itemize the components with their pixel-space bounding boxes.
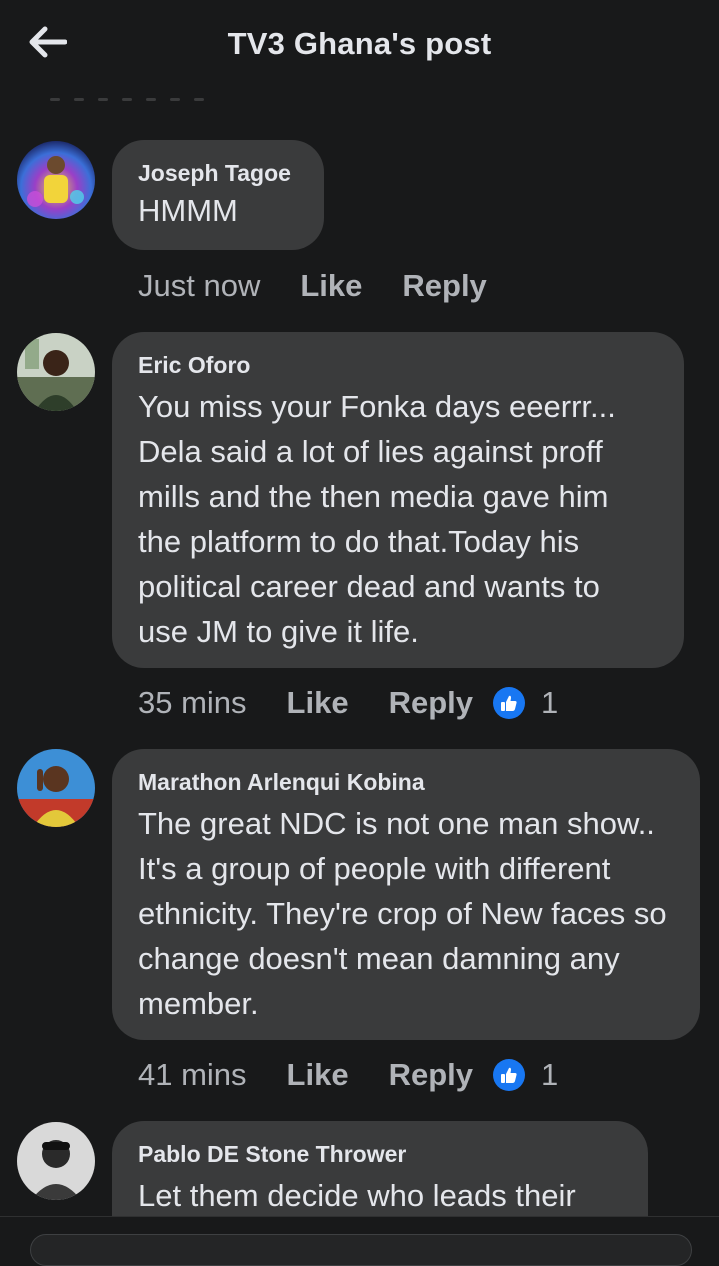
comment-author[interactable]: Pablo DE Stone Thrower <box>138 1139 622 1169</box>
like-button[interactable]: Like <box>287 685 349 721</box>
comment-author[interactable]: Marathon Arlenqui Kobina <box>138 767 674 797</box>
reaction-count: 1 <box>541 685 559 720</box>
comment-author[interactable]: Eric Oforo <box>138 350 658 380</box>
comment-author[interactable]: Joseph Tagoe <box>138 158 298 188</box>
reply-button[interactable]: Reply <box>389 1057 473 1093</box>
comment-text: You miss your Fonka days eeerrr... Dela … <box>138 389 616 649</box>
avatar[interactable] <box>17 749 95 827</box>
comment-time: Just now <box>138 268 261 303</box>
like-button[interactable]: Like <box>300 268 362 304</box>
page-title: TV3 Ghana's post <box>227 26 492 61</box>
reaction-summary[interactable]: 1 <box>493 685 558 721</box>
thumbs-up-icon <box>493 1059 525 1091</box>
reaction-summary[interactable]: 1 <box>493 1057 558 1093</box>
comment-input[interactable] <box>30 1234 692 1266</box>
comment-text: The great NDC is not one man show.. It's… <box>138 806 667 1021</box>
scroll-divider <box>50 88 230 101</box>
comment-text: HMMM <box>138 193 238 228</box>
comment-time: 35 mins <box>138 685 247 720</box>
comment-text: Let them decide who leads their <box>138 1178 576 1213</box>
comment-time: 41 mins <box>138 1057 247 1092</box>
avatar[interactable] <box>17 1122 95 1200</box>
thumbs-up-icon <box>493 687 525 719</box>
comment-actions: Just now Like Reply <box>138 266 487 306</box>
comment-actions: 35 mins Like Reply 1 <box>138 683 558 723</box>
reaction-count: 1 <box>541 1057 559 1092</box>
comment-bubble: Eric Oforo You miss your Fonka days eeer… <box>112 332 684 668</box>
reply-button[interactable]: Reply <box>389 685 473 721</box>
reply-button[interactable]: Reply <box>402 268 486 304</box>
comment-actions: 41 mins Like Reply 1 <box>138 1055 558 1095</box>
avatar[interactable] <box>17 141 95 219</box>
like-button[interactable]: Like <box>287 1057 349 1093</box>
comment-bubble: Joseph Tagoe HMMM <box>112 140 324 250</box>
comment-bubble: Marathon Arlenqui Kobina The great NDC i… <box>112 749 700 1040</box>
top-bar: TV3 Ghana's post <box>0 0 719 101</box>
avatar[interactable] <box>17 333 95 411</box>
